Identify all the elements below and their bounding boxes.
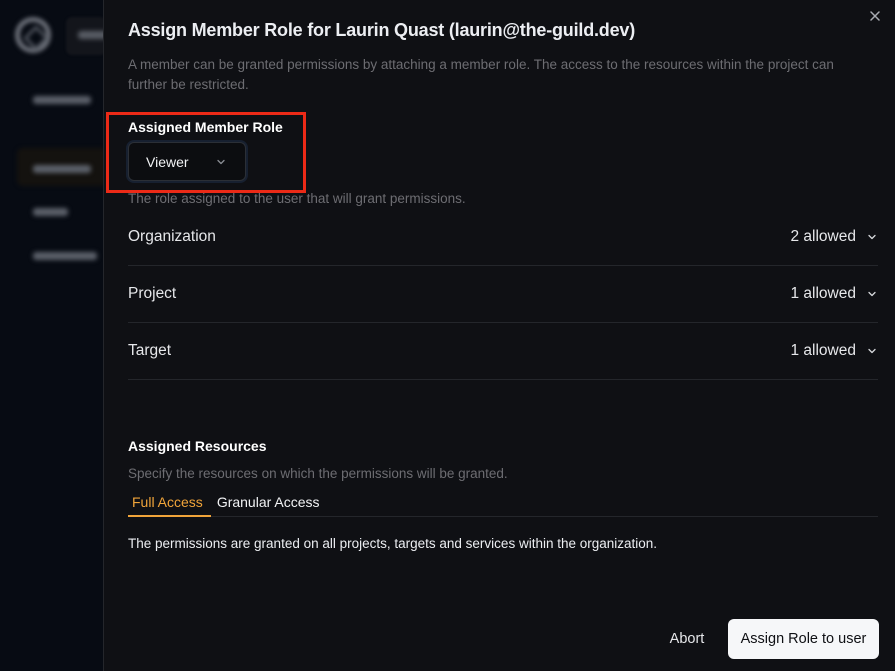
close-icon (870, 11, 880, 21)
permission-name: Organization (128, 228, 216, 245)
chevron-down-icon (868, 348, 876, 354)
permission-row-target[interactable]: Target 1 allowed (128, 323, 878, 380)
resources-description: Specify the resources on which the permi… (128, 466, 508, 481)
dialog-title: Assign Member Role for Laurin Quast (lau… (128, 20, 635, 40)
abort-button[interactable]: Abort (657, 620, 717, 658)
chevron-down-icon (868, 234, 876, 240)
sidebar-item-members (33, 165, 91, 173)
resources-tabs: Full Access Granular Access (128, 487, 878, 517)
logo-icon (15, 17, 51, 53)
assign-role-sheet: Assign Member Role for Laurin Quast (lau… (103, 0, 895, 671)
chevron-down-icon (217, 159, 225, 165)
sidebar-item-roles (33, 208, 68, 216)
permission-list: Organization 2 allowed Project 1 allowed… (128, 209, 878, 380)
role-hint: The role assigned to the user that will … (128, 191, 466, 206)
assign-role-button[interactable]: Assign Role to user (728, 619, 879, 659)
org-switcher (66, 17, 108, 55)
permission-count: 1 allowed (790, 285, 857, 302)
sidebar-item-invitations (33, 252, 97, 260)
tab-content-text: The permissions are granted on all proje… (128, 536, 658, 551)
role-select[interactable]: Viewer (128, 142, 246, 181)
permission-count: 1 allowed (790, 342, 857, 359)
dialog-description: A member can be granted permissions by a… (128, 57, 834, 92)
permission-count: 2 allowed (790, 228, 857, 245)
chevron-down-icon (868, 291, 876, 297)
background-sidebar (0, 0, 108, 671)
permission-name: Project (128, 285, 177, 302)
permission-row-project[interactable]: Project 1 allowed (128, 266, 878, 323)
role-select-value: Viewer (146, 153, 189, 170)
sidebar-item-overview (33, 96, 91, 104)
close-button[interactable] (867, 8, 883, 24)
resources-title: Assigned Resources (128, 438, 267, 454)
permission-row-organization[interactable]: Organization 2 allowed (128, 209, 878, 266)
role-label: Assigned Member Role (128, 119, 283, 135)
tab-granular-access[interactable]: Granular Access (211, 487, 324, 517)
permission-name: Target (128, 342, 172, 359)
tab-full-access[interactable]: Full Access (128, 487, 211, 517)
